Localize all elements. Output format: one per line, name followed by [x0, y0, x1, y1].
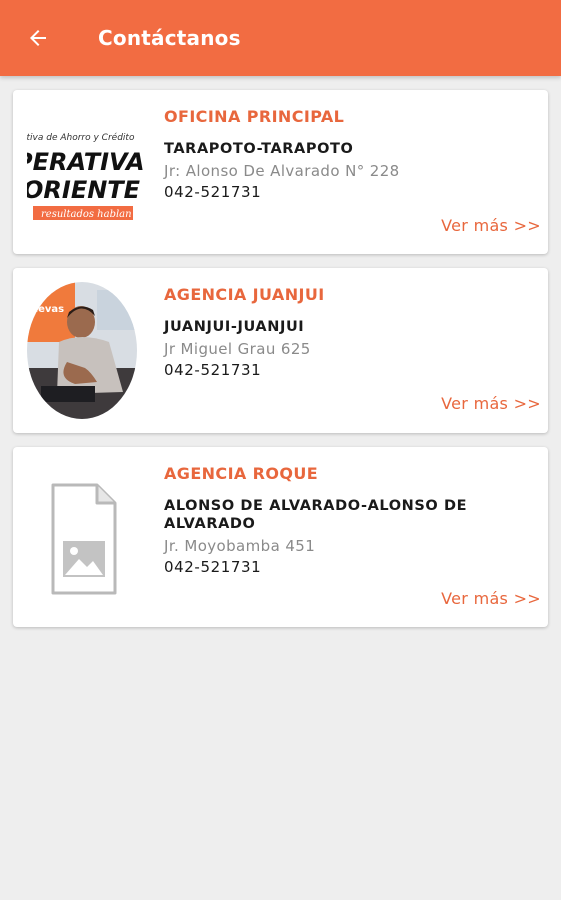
page-title: Contáctanos [98, 26, 241, 50]
app-bar: Contáctanos [0, 0, 561, 76]
contact-card-agencia-juanjui[interactable]: uevas AGENCIA JUANJUI JUANJUI-JUANJUI Jr… [13, 268, 548, 433]
agency-address: Jr: Alonso De Alvarado N° 228 [164, 162, 400, 180]
svg-text:ORIENTE: ORIENTE [27, 176, 141, 204]
contact-card-agencia-roque[interactable]: AGENCIA ROQUE ALONSO DE ALVARADO-ALONSO … [13, 447, 548, 627]
agency-city: JUANJUI-JUANJUI [164, 319, 305, 335]
agency-phone: 042-521731 [164, 558, 262, 576]
contact-card-oficina-principal[interactable]: ativa de Ahorro y Crédito PERATIVA ORIEN… [13, 90, 548, 254]
agency-city: ALONSO DE ALVARADO-ALONSO DE ALVARADO [164, 498, 468, 532]
agency-phone: 042-521731 [164, 183, 262, 201]
back-button[interactable] [18, 18, 58, 58]
cooperative-logo-image: ativa de Ahorro y Crédito PERATIVA ORIEN… [27, 128, 143, 224]
agency-name: OFICINA PRINCIPAL [164, 107, 345, 126]
card-content: OFICINA PRINCIPAL TARAPOTO-TARAPOTO Jr: … [164, 107, 538, 201]
agency-address: Jr. Moyobamba 451 [164, 537, 316, 555]
agency-photo: uevas [27, 282, 137, 419]
svg-text:PERATIVA: PERATIVA [27, 148, 143, 176]
agency-name: AGENCIA JUANJUI [164, 285, 325, 304]
card-content: AGENCIA ROQUE ALONSO DE ALVARADO-ALONSO … [164, 464, 538, 576]
arrow-back-icon [30, 30, 46, 46]
image-placeholder-icon [27, 481, 143, 597]
card-content: AGENCIA JUANJUI JUANJUI-JUANJUI Jr Migue… [164, 285, 538, 379]
agency-city: TARAPOTO-TARAPOTO [164, 141, 354, 157]
agency-address: Jr Miguel Grau 625 [164, 340, 311, 358]
agency-name: AGENCIA ROQUE [164, 464, 319, 483]
svg-text:ativa de Ahorro y Crédito: ativa de Ahorro y Crédito [27, 132, 135, 143]
ver-mas-link[interactable]: Ver más >> [441, 589, 541, 608]
svg-text:resultados hablan: resultados hablan [41, 209, 132, 220]
ver-mas-link[interactable]: Ver más >> [441, 394, 541, 413]
ver-mas-link[interactable]: Ver más >> [441, 216, 541, 235]
agency-phone: 042-521731 [164, 361, 262, 379]
svg-text:uevas: uevas [31, 304, 64, 315]
